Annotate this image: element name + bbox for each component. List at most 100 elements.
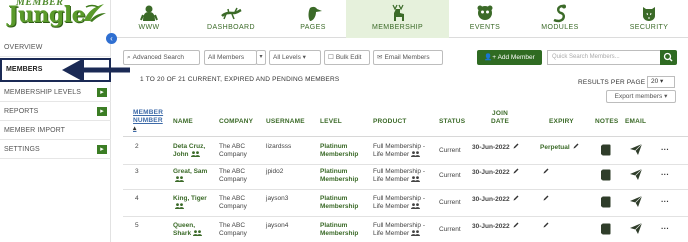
results-per-page-select[interactable]: 20 ▾ — [647, 76, 675, 88]
search-icon — [663, 52, 673, 62]
member-name-link[interactable]: Deta Cruz, John — [173, 143, 205, 159]
level-cell[interactable]: Platinum Membership — [320, 168, 358, 184]
row-actions-menu-icon[interactable]: ··· — [661, 170, 669, 179]
tab-modules[interactable]: MODULES — [524, 0, 596, 38]
table-row[interactable]: 3 Great, Sam The ABC Company jpido2 Platinum M… — [123, 163, 688, 190]
member-name-link[interactable]: King, Tiger — [173, 195, 207, 211]
join-date-cell[interactable]: 30-Jun-2022 — [472, 143, 519, 152]
product-cell: Full Membership - Life Member — [373, 143, 425, 159]
sidebar-item-label: SETTINGS — [4, 146, 40, 153]
notes-icon[interactable] — [601, 144, 611, 156]
level-cell[interactable]: Platinum Membership — [320, 195, 358, 211]
tab-www[interactable]: WWW — [113, 0, 185, 38]
column-header-product[interactable]: PRODUCT — [373, 118, 407, 125]
top-navigation: WWW DASHBOARD PAGES MEMBERSHIP EVENTS MO… — [113, 0, 688, 38]
expiry-cell[interactable] — [540, 168, 549, 177]
pencil-icon[interactable] — [513, 195, 519, 201]
pencil-icon[interactable] — [513, 168, 519, 174]
column-header-member-number[interactable]: MEMBER NUMBER ▴ — [133, 109, 163, 133]
level-line-2: Membership — [320, 176, 359, 183]
level-cell[interactable]: Platinum Membership — [320, 222, 358, 238]
join-date-cell[interactable]: 30-Jun-2022 — [472, 195, 519, 204]
company-line-2: Company — [219, 151, 247, 158]
join-date-value: 30-Jun-2022 — [472, 169, 510, 176]
all-members-caret-icon[interactable]: ▾ — [256, 50, 266, 65]
expiry-cell[interactable] — [540, 222, 549, 231]
group-icon — [190, 151, 200, 158]
join-date-cell[interactable]: 30-Jun-2022 — [472, 168, 519, 177]
advanced-search-button[interactable]: ⌕ Advanced Search — [123, 50, 200, 65]
notes-icon[interactable] — [601, 169, 611, 181]
bulk-edit-button[interactable]: ☐ Bulk Edit — [324, 50, 370, 65]
row-actions-menu-icon[interactable]: ··· — [661, 197, 669, 206]
send-email-icon[interactable] — [630, 223, 642, 234]
send-email-icon[interactable] — [630, 144, 642, 155]
expiry-cell[interactable]: Perpetual — [540, 143, 579, 152]
level-line-1: Platinum — [320, 222, 348, 229]
column-header-level[interactable]: LEVEL — [320, 118, 342, 125]
gorilla-icon — [140, 5, 158, 21]
username-cell: jayson4 — [266, 222, 289, 229]
member-name-link[interactable]: Great, Sam — [173, 168, 207, 184]
member-jungle-logo[interactable]: MEMBER Jungle — [2, 0, 110, 32]
column-header-company[interactable]: COMPANY — [219, 118, 253, 125]
company-line-2: Company — [219, 230, 247, 237]
tab-membership[interactable]: MEMBERSHIP — [346, 0, 449, 38]
table-row[interactable]: 4 King, Tiger The ABC Company jayson3 Platinu… — [123, 190, 688, 217]
level-line-2: Membership — [320, 203, 359, 210]
group-icon — [411, 203, 421, 210]
sidebar-item-member-import[interactable]: MEMBER IMPORT — [0, 121, 111, 140]
collapse-sidebar-button[interactable]: ‹ — [106, 33, 117, 44]
envelope-icon: ✉ — [377, 54, 383, 61]
tab-pages[interactable]: PAGES — [277, 0, 349, 38]
expand-arrow-icon[interactable]: ▸ — [97, 107, 107, 116]
sidebar-item-reports[interactable]: REPORTS ▸ — [0, 102, 111, 121]
level-cell[interactable]: Platinum Membership — [320, 143, 358, 159]
sidebar: MEMBER Jungle OVERVIEW MEMBERS MEMBERSHI… — [0, 0, 111, 242]
tab-security[interactable]: SECURITY — [610, 0, 688, 38]
table-row[interactable]: 2 Deta Cruz, John The ABC Company lizardsss Pl… — [123, 138, 688, 165]
notes-icon[interactable] — [601, 196, 611, 208]
send-email-icon[interactable] — [630, 169, 642, 180]
column-header-name[interactable]: NAME — [173, 118, 193, 125]
pencil-icon[interactable] — [543, 222, 549, 228]
member-name-link[interactable]: Queen, Shark — [173, 222, 203, 238]
row-actions-menu-icon[interactable]: ··· — [661, 145, 669, 154]
export-members-button[interactable]: Export members ▾ — [606, 90, 676, 103]
expand-arrow-icon[interactable]: ▸ — [97, 145, 107, 154]
product-cell: Full Membership - Life Member — [373, 222, 425, 238]
pencil-icon[interactable] — [513, 143, 519, 149]
sidebar-item-settings[interactable]: SETTINGS ▸ — [0, 140, 111, 159]
pencil-icon[interactable] — [543, 195, 549, 201]
logo-main-text: Jungle — [8, 2, 86, 28]
column-header-join-date[interactable]: JOIN DATE — [490, 110, 510, 126]
palm-leaf-icon — [84, 4, 106, 22]
pencil-icon[interactable] — [513, 222, 519, 228]
all-members-select[interactable]: All Members — [204, 50, 257, 65]
product-line-2: Life Member — [373, 203, 410, 210]
search-submit-button[interactable] — [660, 50, 677, 65]
tab-events[interactable]: EVENTS — [449, 0, 521, 38]
send-email-icon[interactable] — [630, 196, 642, 207]
column-header-status[interactable]: STATUS — [439, 118, 465, 125]
company-line-2: Company — [219, 176, 247, 183]
tab-dashboard[interactable]: DASHBOARD — [195, 0, 267, 38]
pencil-icon[interactable] — [543, 168, 549, 174]
row-actions-menu-icon[interactable]: ··· — [661, 224, 669, 233]
notes-icon[interactable] — [601, 223, 611, 235]
company-line-1: The ABC — [219, 222, 246, 229]
expiry-cell[interactable] — [540, 195, 549, 204]
sidebar-item-membership-levels[interactable]: MEMBERSHIP LEVELS ▸ — [0, 83, 111, 102]
all-levels-select[interactable]: All Levels ▾ — [269, 50, 321, 65]
join-date-cell[interactable]: 30-Jun-2022 — [472, 222, 519, 231]
column-header-username[interactable]: USERNAME — [266, 118, 305, 125]
pencil-icon[interactable] — [573, 143, 579, 149]
table-row[interactable]: 5 Queen, Shark The ABC Company jayson4 Platinu… — [123, 217, 688, 242]
add-member-button[interactable]: 👤+ Add Member — [477, 50, 542, 65]
column-header-expiry[interactable]: EXPIRY — [549, 118, 574, 125]
expand-arrow-icon[interactable]: ▸ — [97, 88, 107, 97]
email-members-button[interactable]: ✉ Email Members — [373, 50, 443, 65]
advanced-search-label: Advanced Search — [132, 54, 184, 61]
company-line-2: Company — [219, 203, 247, 210]
quick-search-input[interactable]: Quick Search Members... — [547, 50, 660, 65]
